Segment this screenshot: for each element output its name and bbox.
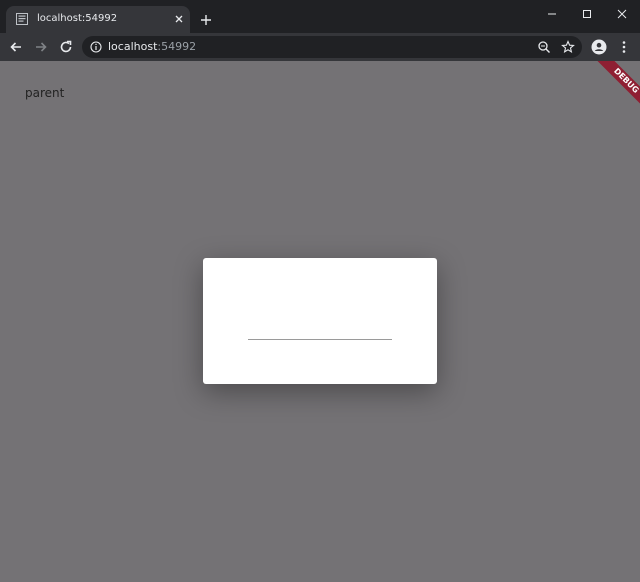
page-content: parent <box>0 61 640 582</box>
browser-toolbar: localhost:54992 <box>0 33 640 61</box>
url-text: localhost:54992 <box>108 40 196 53</box>
dialog <box>203 258 437 384</box>
url-port: :54992 <box>157 40 197 53</box>
parent-label: parent <box>25 86 65 100</box>
address-bar[interactable]: localhost:54992 <box>82 36 582 58</box>
url-host: localhost <box>108 40 158 53</box>
close-icon[interactable] <box>614 6 630 22</box>
zoom-icon[interactable] <box>537 40 551 54</box>
minimize-icon[interactable] <box>544 6 560 22</box>
page-icon <box>16 13 28 25</box>
kebab-menu-icon[interactable] <box>616 39 632 55</box>
reload-icon[interactable] <box>58 39 74 55</box>
tab-title: localhost:54992 <box>37 13 118 24</box>
debug-banner: DEBUG <box>580 61 640 121</box>
plus-icon[interactable] <box>199 13 213 27</box>
account-icon[interactable] <box>591 39 607 55</box>
arrow-left-icon[interactable] <box>8 39 24 55</box>
browser-tab[interactable]: localhost:54992 <box>6 6 190 33</box>
text-field-underline[interactable] <box>248 339 392 340</box>
arrow-right-icon[interactable] <box>33 39 49 55</box>
star-icon[interactable] <box>561 40 575 54</box>
maximize-icon[interactable] <box>579 6 595 22</box>
close-tab-icon[interactable] <box>173 13 185 25</box>
info-icon[interactable] <box>90 41 102 53</box>
debug-banner-label: DEBUG <box>587 61 640 120</box>
tab-strip: localhost:54992 <box>0 0 640 33</box>
